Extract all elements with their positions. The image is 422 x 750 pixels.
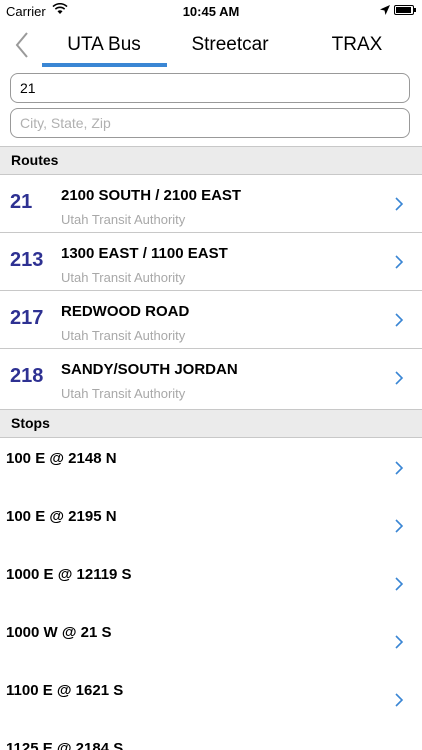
stop-row[interactable]: 1125 E @ 2184 S <box>0 728 422 750</box>
clock: 10:45 AM <box>182 4 240 19</box>
route-name: 1300 EAST / 1100 EAST <box>61 245 228 262</box>
route-row[interactable]: 213 1300 EAST / 1100 EAST Utah Transit A… <box>0 233 422 291</box>
route-name: REDWOOD ROAD <box>61 303 190 320</box>
route-number: 213 <box>10 249 44 271</box>
route-row[interactable]: 21 2100 SOUTH / 2100 EAST Utah Transit A… <box>0 175 422 233</box>
chevron-right-icon <box>395 461 404 475</box>
chevron-right-icon <box>395 371 404 385</box>
chevron-right-icon <box>395 519 404 533</box>
stop-name: 1000 E @ 12119 S <box>6 566 132 583</box>
tab-uta-bus[interactable]: UTA Bus <box>42 34 166 56</box>
stop-row[interactable]: 1000 W @ 21 S <box>0 612 422 670</box>
location-search-input[interactable] <box>10 108 410 138</box>
route-row[interactable]: 217 REDWOOD ROAD Utah Transit Authority <box>0 291 422 349</box>
stop-row[interactable]: 1000 E @ 12119 S <box>0 554 422 612</box>
chevron-right-icon <box>395 313 404 327</box>
back-chevron-icon[interactable] <box>12 30 32 60</box>
chevron-right-icon <box>395 197 404 211</box>
chevron-right-icon <box>395 635 404 649</box>
route-number: 21 <box>10 191 33 213</box>
chevron-right-icon <box>395 255 404 269</box>
chevron-right-icon <box>395 693 404 707</box>
stop-name: 1125 E @ 2184 S <box>6 740 124 750</box>
nav-bar: UTA Bus Streetcar TRAX <box>0 22 422 68</box>
tab-streetcar[interactable]: Streetcar <box>178 34 282 56</box>
route-number: 217 <box>10 307 44 329</box>
route-search-input[interactable] <box>10 73 410 103</box>
routes-section-header: Routes <box>0 146 422 175</box>
route-name: SANDY/SOUTH JORDAN <box>61 361 238 378</box>
route-agency: Utah Transit Authority <box>61 328 186 343</box>
route-row[interactable]: 218 SANDY/SOUTH JORDAN Utah Transit Auth… <box>0 349 422 407</box>
battery-icon <box>394 5 416 15</box>
route-name: 2100 SOUTH / 2100 EAST <box>61 187 242 204</box>
stop-name: 1100 E @ 1621 S <box>6 682 124 699</box>
stop-name: 100 E @ 2195 N <box>6 508 117 525</box>
selected-tab-indicator <box>42 63 167 67</box>
chevron-right-icon <box>395 577 404 591</box>
tab-trax[interactable]: TRAX <box>322 34 392 56</box>
route-agency: Utah Transit Authority <box>61 386 186 401</box>
location-arrow-icon <box>380 5 390 15</box>
stop-name: 100 E @ 2148 N <box>6 450 117 467</box>
stop-name: 1000 W @ 21 S <box>6 624 112 641</box>
route-agency: Utah Transit Authority <box>61 212 186 227</box>
stops-section-header: Stops <box>0 409 422 438</box>
status-bar: Carrier 10:45 AM <box>0 0 422 22</box>
route-agency: Utah Transit Authority <box>61 270 186 285</box>
route-number: 218 <box>10 365 44 387</box>
stop-row[interactable]: 100 E @ 2195 N <box>0 496 422 554</box>
stop-row[interactable]: 100 E @ 2148 N <box>0 438 422 496</box>
stop-row[interactable]: 1100 E @ 1621 S <box>0 670 422 728</box>
